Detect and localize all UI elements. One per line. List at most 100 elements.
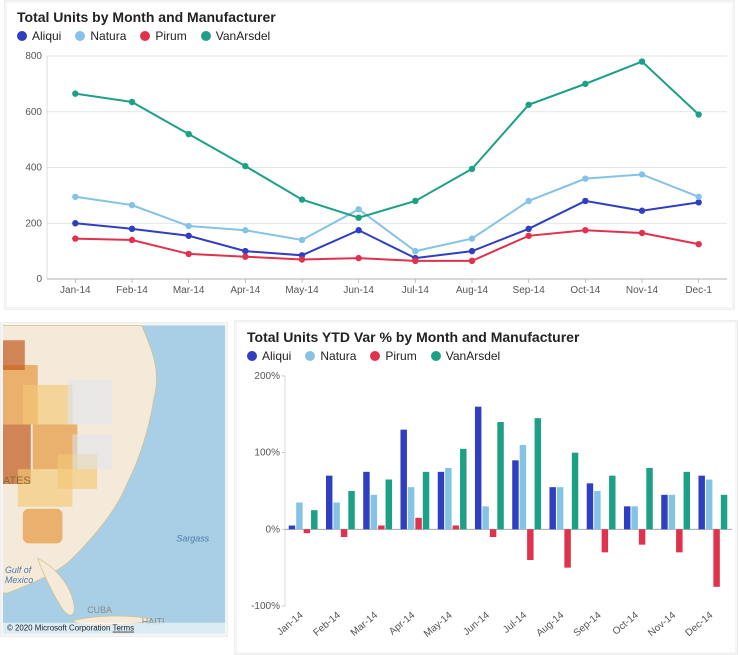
bar-pirum[interactable] (602, 529, 608, 552)
bar-natura[interactable] (557, 487, 563, 529)
bar-aliqui[interactable] (326, 476, 332, 530)
bar-aliqui[interactable] (363, 472, 369, 530)
bar-aliqui[interactable] (624, 506, 630, 529)
bar-natura[interactable] (408, 487, 414, 529)
series-line-vanarsdel[interactable] (75, 62, 698, 218)
bar-natura[interactable] (445, 468, 451, 529)
bar-pirum[interactable] (564, 529, 570, 567)
data-point[interactable] (185, 131, 191, 137)
data-point[interactable] (695, 199, 701, 205)
bar-natura[interactable] (296, 503, 302, 530)
data-point[interactable] (412, 248, 418, 254)
data-point[interactable] (469, 258, 475, 264)
data-point[interactable] (72, 194, 78, 200)
bar-vanarsdel[interactable] (646, 468, 652, 529)
bar-aliqui[interactable] (438, 472, 444, 530)
bar-vanarsdel[interactable] (460, 449, 466, 530)
legend-item-vanarsdel[interactable]: VanArsdel (201, 29, 270, 43)
data-point[interactable] (582, 175, 588, 181)
data-point[interactable] (242, 248, 248, 254)
data-point[interactable] (299, 256, 305, 262)
bar-pirum[interactable] (341, 529, 347, 537)
data-point[interactable] (639, 230, 645, 236)
data-point[interactable] (582, 81, 588, 87)
legend-item-pirum[interactable]: Pirum (370, 349, 416, 363)
data-point[interactable] (185, 251, 191, 257)
bar-pirum[interactable] (304, 529, 310, 533)
bar-vanarsdel[interactable] (609, 476, 615, 530)
bar-natura[interactable] (482, 506, 488, 529)
data-point[interactable] (185, 233, 191, 239)
data-point[interactable] (72, 235, 78, 241)
data-point[interactable] (72, 220, 78, 226)
data-point[interactable] (695, 111, 701, 117)
data-point[interactable] (129, 237, 135, 243)
bar-aliqui[interactable] (661, 495, 667, 530)
data-point[interactable] (299, 196, 305, 202)
data-point[interactable] (582, 227, 588, 233)
legend-item-pirum[interactable]: Pirum (140, 29, 186, 43)
bar-natura[interactable] (520, 445, 526, 529)
data-point[interactable] (412, 258, 418, 264)
data-point[interactable] (242, 254, 248, 260)
bar-pirum[interactable] (415, 518, 421, 530)
data-point[interactable] (525, 226, 531, 232)
data-point[interactable] (355, 227, 361, 233)
data-point[interactable] (469, 166, 475, 172)
bar-vanarsdel[interactable] (721, 495, 727, 530)
data-point[interactable] (129, 202, 135, 208)
legend-item-vanarsdel[interactable]: VanArsdel (431, 349, 500, 363)
bar-vanarsdel[interactable] (386, 480, 392, 530)
data-point[interactable] (639, 208, 645, 214)
legend-item-natura[interactable]: Natura (305, 349, 356, 363)
bar-aliqui[interactable] (289, 526, 295, 530)
data-point[interactable] (469, 235, 475, 241)
data-point[interactable] (525, 233, 531, 239)
data-point[interactable] (129, 99, 135, 105)
bar-natura[interactable] (333, 503, 339, 530)
bar-natura[interactable] (371, 495, 377, 530)
data-point[interactable] (639, 58, 645, 64)
map-inner[interactable]: ATES Sargass Gulf of Mexico CUBA HAITI ©… (3, 325, 225, 634)
data-point[interactable] (355, 206, 361, 212)
bar-pirum[interactable] (676, 529, 682, 552)
bar-vanarsdel[interactable] (535, 418, 541, 529)
bar-aliqui[interactable] (698, 476, 704, 530)
map-terms-link[interactable]: Terms (113, 624, 135, 633)
series-line-pirum[interactable] (75, 230, 698, 261)
data-point[interactable] (695, 194, 701, 200)
bar-pirum[interactable] (713, 529, 719, 587)
legend-item-aliqui[interactable]: Aliqui (247, 349, 291, 363)
data-point[interactable] (355, 255, 361, 261)
bar-aliqui[interactable] (512, 460, 518, 529)
data-point[interactable] (242, 163, 248, 169)
bar-pirum[interactable] (378, 526, 384, 530)
bar-natura[interactable] (669, 495, 675, 530)
bar-aliqui[interactable] (400, 430, 406, 530)
data-point[interactable] (412, 198, 418, 204)
data-point[interactable] (639, 171, 645, 177)
bar-aliqui[interactable] (549, 487, 555, 529)
bar-vanarsdel[interactable] (348, 491, 354, 529)
data-point[interactable] (129, 226, 135, 232)
bar-aliqui[interactable] (475, 407, 481, 530)
bar-vanarsdel[interactable] (572, 453, 578, 530)
data-point[interactable] (695, 241, 701, 247)
bar-pirum[interactable] (639, 529, 645, 544)
data-point[interactable] (185, 223, 191, 229)
legend-item-natura[interactable]: Natura (75, 29, 126, 43)
line-chart-area[interactable]: 0200400600800Jan-14Feb-14Mar-14Apr-14May… (17, 51, 732, 297)
data-point[interactable] (299, 237, 305, 243)
bar-aliqui[interactable] (587, 483, 593, 529)
legend-item-aliqui[interactable]: Aliqui (17, 29, 61, 43)
bar-pirum[interactable] (453, 526, 459, 530)
data-point[interactable] (525, 198, 531, 204)
bar-vanarsdel[interactable] (311, 510, 317, 529)
bar-vanarsdel[interactable] (684, 472, 690, 530)
series-line-natura[interactable] (75, 174, 698, 251)
bar-chart-area[interactable]: -100%0%100%200%Jan-14Feb-14Mar-14Apr-14M… (247, 371, 735, 642)
bar-natura[interactable] (706, 480, 712, 530)
bar-vanarsdel[interactable] (423, 472, 429, 530)
bar-vanarsdel[interactable] (497, 422, 503, 529)
data-point[interactable] (525, 102, 531, 108)
